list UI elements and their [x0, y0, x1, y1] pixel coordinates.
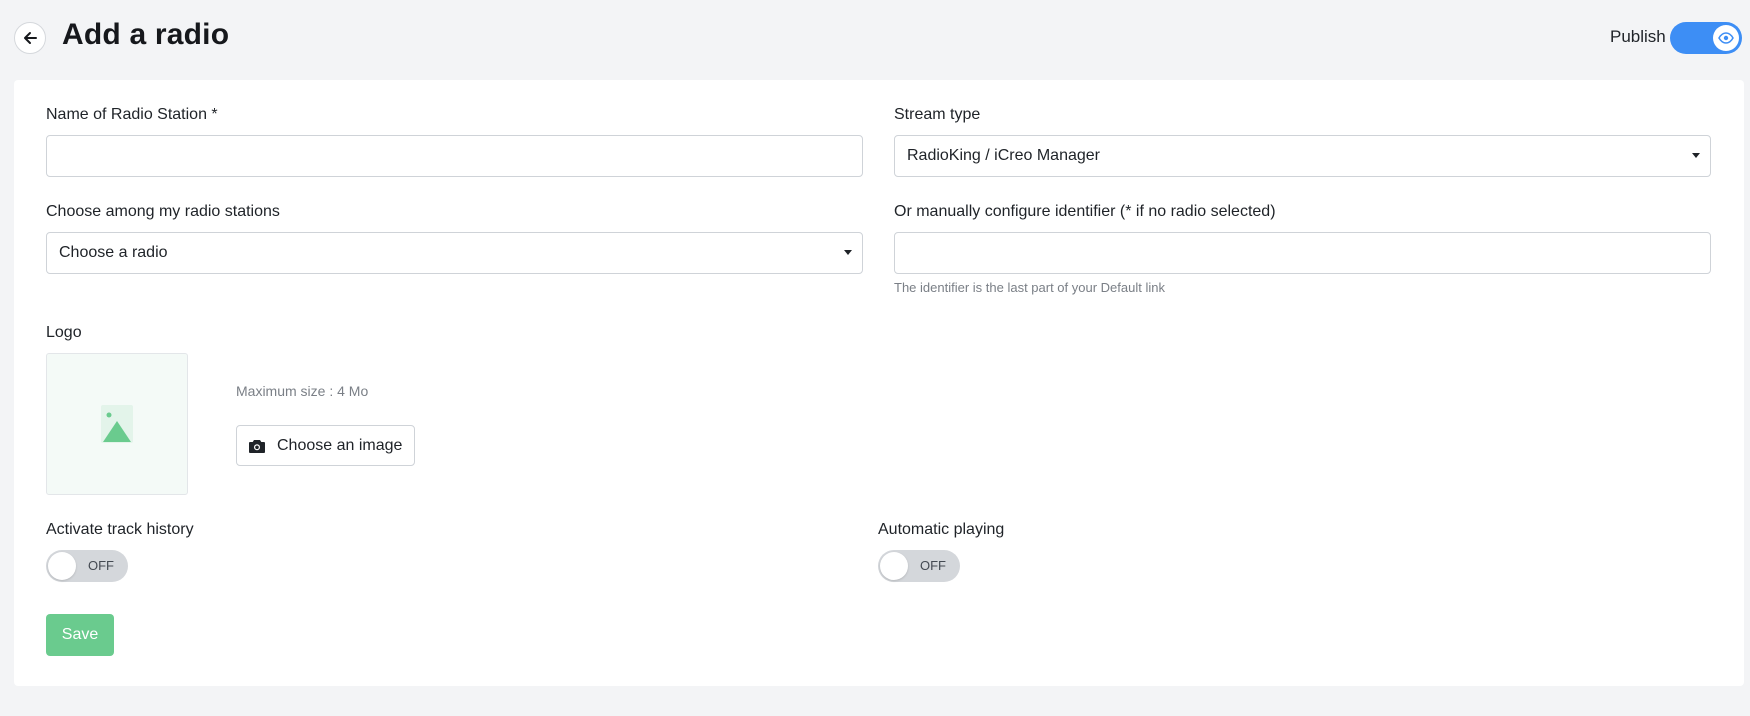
station-name-input[interactable]: [46, 135, 863, 177]
toggle-knob: [48, 552, 76, 580]
track-history-label: Activate track history: [46, 521, 194, 538]
publish-toggle[interactable]: [1670, 22, 1742, 54]
identifier-input[interactable]: [894, 232, 1711, 274]
choose-image-label: Choose an image: [277, 436, 403, 454]
stream-type-label: Stream type: [894, 106, 981, 123]
chevron-down-icon: [844, 250, 852, 255]
toggle-knob: [880, 552, 908, 580]
chevron-down-icon: [1692, 153, 1700, 158]
arrow-left-icon: [24, 32, 37, 44]
auto-play-label: Automatic playing: [878, 521, 1005, 538]
logo-label: Logo: [46, 324, 82, 341]
auto-play-state: OFF: [920, 558, 946, 573]
stream-type-value: RadioKing / iCreo Manager: [907, 147, 1100, 164]
publish-label: Publish: [1610, 27, 1666, 46]
logo-max-size: Maximum size : 4 Mo: [236, 383, 369, 399]
save-button[interactable]: Save: [46, 614, 114, 656]
track-history-toggle[interactable]: OFF: [46, 550, 128, 582]
image-placeholder-icon: [101, 405, 133, 443]
back-button[interactable]: [14, 22, 46, 54]
station-name-label: Name of Radio Station *: [46, 106, 218, 123]
my-stations-label: Choose among my radio stations: [46, 203, 280, 220]
page-header: Add a radio Publish: [0, 0, 1750, 76]
auto-play-toggle[interactable]: OFF: [878, 550, 960, 582]
my-stations-value: Choose a radio: [59, 244, 168, 261]
page-title: Add a radio: [62, 18, 230, 51]
my-stations-select[interactable]: Choose a radio: [46, 232, 863, 274]
track-history-state: OFF: [88, 558, 114, 573]
logo-preview[interactable]: [46, 353, 188, 495]
stream-type-select[interactable]: RadioKing / iCreo Manager: [894, 135, 1711, 177]
eye-icon: [1718, 32, 1734, 44]
choose-image-button[interactable]: Choose an image: [236, 425, 415, 466]
identifier-hint: The identifier is the last part of your …: [894, 280, 1165, 295]
publish-toggle-knob: [1713, 25, 1739, 51]
camera-icon: [249, 439, 265, 453]
identifier-label: Or manually configure identifier (* if n…: [894, 203, 1276, 220]
